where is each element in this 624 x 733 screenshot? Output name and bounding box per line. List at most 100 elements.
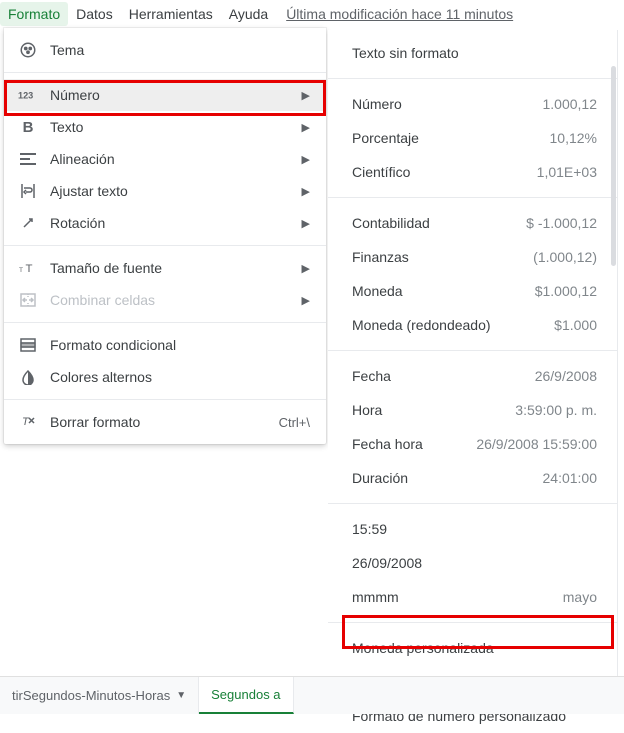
submenu-label: Contabilidad — [352, 215, 526, 231]
submenu-moneda[interactable]: Moneda $1.000,12 — [328, 274, 617, 308]
menuitem-label: Rotación — [50, 215, 302, 231]
submenu-contabilidad[interactable]: Contabilidad $ -1.000,12 — [328, 206, 617, 240]
submenu-label: Texto sin formato — [352, 45, 597, 61]
submenu-label: Número — [352, 96, 543, 112]
altcolor-icon — [18, 367, 38, 387]
submenu-label: Hora — [352, 402, 515, 418]
tab-label: Segundos a — [211, 687, 280, 702]
sheet-tab-1[interactable]: tirSegundos-Minutos-Horas ▼ — [0, 677, 199, 714]
menu-datos[interactable]: Datos — [68, 2, 121, 26]
shortcut-label: Ctrl+\ — [279, 415, 310, 430]
menuitem-tema[interactable]: Tema — [4, 34, 326, 66]
submenu-duracion[interactable]: Duración 24:01:00 — [328, 461, 617, 495]
submenu-finanzas[interactable]: Finanzas (1.000,12) — [328, 240, 617, 274]
menuitem-label: Combinar celdas — [50, 292, 302, 308]
menu-ayuda[interactable]: Ayuda — [221, 2, 276, 26]
submenu-value: 26/9/2008 — [535, 368, 597, 384]
bold-icon: B — [18, 117, 38, 137]
separator — [328, 503, 617, 504]
align-icon — [18, 149, 38, 169]
submenu-label: Fecha — [352, 368, 535, 384]
chevron-right-icon: ▶ — [302, 217, 310, 230]
submenu-fecha[interactable]: Fecha 26/9/2008 — [328, 359, 617, 393]
chevron-down-icon: ▼ — [176, 690, 186, 701]
submenu-hora[interactable]: Hora 3:59:00 p. m. — [328, 393, 617, 427]
menuitem-rotacion[interactable]: Rotación ▶ — [4, 207, 326, 239]
submenu-value: $1.000,12 — [535, 283, 597, 299]
separator — [328, 350, 617, 351]
menuitem-tamano-fuente[interactable]: TT Tamaño de fuente ▶ — [4, 252, 326, 284]
separator — [4, 322, 326, 323]
svg-text:T: T — [26, 263, 33, 275]
submenu-moneda-personalizada[interactable]: Moneda personalizada — [328, 631, 617, 665]
menuitem-combinar-celdas: Combinar celdas ▶ — [4, 284, 326, 316]
chevron-right-icon: ▶ — [302, 89, 310, 102]
submenu-label: Duración — [352, 470, 543, 486]
submenu-moneda-redondeado[interactable]: Moneda (redondeado) $1.000 — [328, 308, 617, 342]
submenu-value: 10,12% — [550, 130, 597, 146]
menuitem-label: Número — [50, 87, 302, 103]
clear-icon: T — [18, 412, 38, 432]
submenu-label: Finanzas — [352, 249, 533, 265]
submenu-value: 24:01:00 — [543, 470, 598, 486]
menuitem-label: Alineación — [50, 151, 302, 167]
menubar: Formato Datos Herramientas Ayuda Última … — [0, 0, 624, 28]
separator — [4, 399, 326, 400]
submenu-fecha-hora[interactable]: Fecha hora 26/9/2008 15:59:00 — [328, 427, 617, 461]
submenu-label: 15:59 — [352, 521, 597, 537]
submenu-value: $1.000 — [554, 317, 597, 333]
menuitem-ajustar-texto[interactable]: Ajustar texto ▶ — [4, 175, 326, 207]
menuitem-texto[interactable]: B Texto ▶ — [4, 111, 326, 143]
menuitem-label: Ajustar texto — [50, 183, 302, 199]
sheet-tabs: tirSegundos-Minutos-Horas ▼ Segundos a — [0, 676, 624, 714]
menuitem-colores-alternos[interactable]: Colores alternos — [4, 361, 326, 393]
separator — [4, 245, 326, 246]
submenu-custom2[interactable]: 26/09/2008 — [328, 546, 617, 580]
menuitem-alineacion[interactable]: Alineación ▶ — [4, 143, 326, 175]
wrap-icon — [18, 181, 38, 201]
submenu-label: mmmm — [352, 589, 563, 605]
tab-label: tirSegundos-Minutos-Horas — [12, 688, 170, 703]
submenu-label: Porcentaje — [352, 130, 550, 146]
menuitem-numero[interactable]: 123 Número ▶ — [4, 79, 326, 111]
submenu-value: 1.000,12 — [543, 96, 598, 112]
svg-text:T: T — [22, 416, 30, 428]
menuitem-label: Tamaño de fuente — [50, 260, 302, 276]
separator — [328, 622, 617, 623]
submenu-label: Moneda (redondeado) — [352, 317, 554, 333]
submenu-texto-sin-formato[interactable]: Texto sin formato — [328, 36, 617, 70]
submenu-value: 26/9/2008 15:59:00 — [476, 436, 597, 452]
chevron-right-icon: ▶ — [302, 153, 310, 166]
submenu-custom1[interactable]: 15:59 — [328, 512, 617, 546]
submenu-value: $ -1.000,12 — [526, 215, 597, 231]
sheet-tab-2[interactable]: Segundos a — [199, 677, 293, 714]
menuitem-borrar-formato[interactable]: T Borrar formato Ctrl+\ — [4, 406, 326, 438]
rotate-icon — [18, 213, 38, 233]
menu-formato[interactable]: Formato — [0, 2, 68, 26]
separator — [328, 197, 617, 198]
chevron-right-icon: ▶ — [302, 294, 310, 307]
submenu-custom3[interactable]: mmmm mayo — [328, 580, 617, 614]
number-submenu: Texto sin formato Número 1.000,12 Porcen… — [328, 30, 618, 698]
menu-herramientas[interactable]: Herramientas — [121, 2, 221, 26]
submenu-cientifico[interactable]: Científico 1,01E+03 — [328, 155, 617, 189]
separator — [328, 78, 617, 79]
merge-icon — [18, 290, 38, 310]
chevron-right-icon: ▶ — [302, 121, 310, 134]
submenu-numero[interactable]: Número 1.000,12 — [328, 87, 617, 121]
submenu-label: Científico — [352, 164, 537, 180]
submenu-value: 3:59:00 p. m. — [515, 402, 597, 418]
submenu-label: Moneda personalizada — [352, 640, 597, 656]
submenu-value: mayo — [563, 589, 597, 605]
menuitem-label: Colores alternos — [50, 369, 310, 385]
menuitem-label: Formato condicional — [50, 337, 310, 353]
submenu-value: 1,01E+03 — [537, 164, 597, 180]
submenu-porcentaje[interactable]: Porcentaje 10,12% — [328, 121, 617, 155]
svg-text:T: T — [19, 267, 23, 274]
submenu-value: (1.000,12) — [533, 249, 597, 265]
last-modified-link[interactable]: Última modificación hace 11 minutos — [286, 6, 513, 22]
scrollbar-thumb[interactable] — [611, 66, 616, 266]
menuitem-label: Borrar formato — [50, 414, 279, 430]
menuitem-formato-condicional[interactable]: Formato condicional — [4, 329, 326, 361]
conditional-icon — [18, 335, 38, 355]
